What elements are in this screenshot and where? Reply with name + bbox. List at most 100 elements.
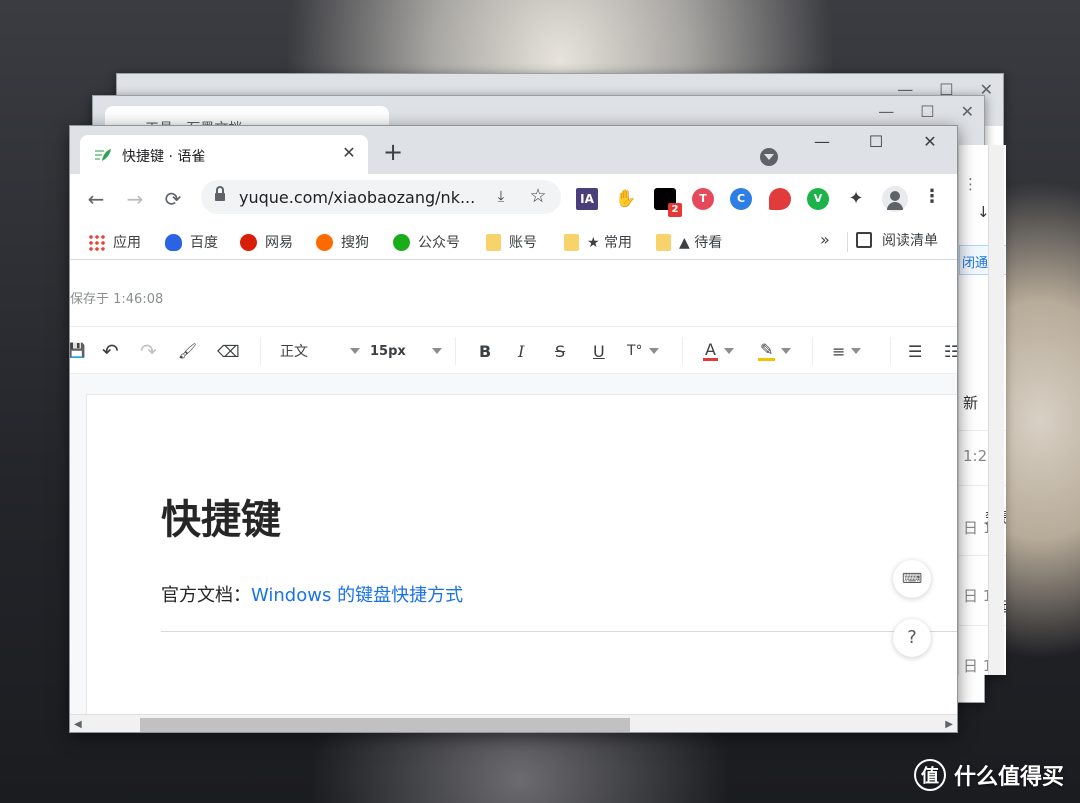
bookmarks-bar: 应用 百度 网易 搜狗 公众号 账号 ★ 常用 ▲ 待看 » 阅读清单	[70, 224, 957, 260]
format-painter-icon[interactable]: 🖌	[178, 339, 197, 363]
url-text[interactable]: yuque.com/xiaobaozang/nk...	[239, 188, 475, 207]
editor-toolbar: 💾 ↶ ↷ 🖌 ⌫ 正文 15px B I S U T° A ✎ ≡ ☰ ☷	[70, 326, 957, 374]
extension-red-icon[interactable]	[769, 188, 791, 210]
help-button[interactable]: ?	[893, 619, 931, 657]
scroll-right-icon[interactable]: ▶	[945, 719, 953, 730]
tab-strip: 快捷键 · 语雀 ✕ + — ☐ ✕	[70, 126, 957, 174]
extensions-puzzle-icon[interactable]: ✦	[845, 188, 867, 210]
toolbar-divider	[890, 337, 891, 365]
font-size-select[interactable]: 15px	[370, 339, 442, 363]
paragraph-style-value: 正文	[280, 344, 308, 360]
bookmarks-divider	[847, 232, 848, 252]
extension-c-icon[interactable]: C	[730, 188, 752, 210]
bookmark-star-icon[interactable]: ☆	[527, 185, 549, 207]
close-icon[interactable]: ✕	[961, 102, 974, 121]
reload-button[interactable]: ⟳	[160, 186, 186, 212]
netease-icon	[240, 233, 257, 251]
minimize-button[interactable]: —	[799, 132, 845, 156]
browser-menu-icon[interactable]: ⋮	[922, 186, 942, 212]
apps-grid-icon	[88, 233, 105, 251]
extension-t-icon[interactable]: T	[692, 188, 714, 210]
extension-ia-icon[interactable]: IA	[576, 188, 598, 210]
save-icon[interactable]: 💾	[70, 339, 85, 363]
address-bar[interactable]: yuque.com/xiaobaozang/nk... ⤓ ☆	[201, 180, 561, 214]
reading-list-button[interactable]: 阅读清单	[856, 230, 938, 250]
tab-search-icon[interactable]	[760, 148, 778, 166]
align-left-icon: ≡	[832, 341, 846, 361]
document-paragraph[interactable]: 官方文档：Windows 的键盘快捷方式	[161, 581, 463, 607]
bookmark-folder-watch-later[interactable]: ▲ 待看	[656, 230, 722, 254]
profile-avatar-icon[interactable]	[882, 186, 908, 212]
horizontal-scrollbar[interactable]: ◀ ▶	[70, 714, 957, 732]
save-status: 保存于 1:46:08	[70, 292, 164, 307]
font-size-value: 15px	[370, 343, 406, 359]
install-app-icon[interactable]: ⤓	[491, 187, 511, 207]
background-list-item: 新	[963, 394, 979, 412]
highlight-icon: ✎	[758, 339, 776, 361]
scrollbar-thumb[interactable]	[140, 718, 630, 732]
chevron-down-icon	[781, 348, 792, 354]
bookmark-sogou[interactable]: 搜狗	[316, 230, 369, 254]
background-scrollbar[interactable]	[988, 145, 1004, 675]
close-window-button[interactable]: ✕	[907, 132, 953, 156]
redo-icon[interactable]: ↷	[140, 339, 157, 363]
highlight-color-select[interactable]: ✎	[758, 339, 792, 363]
italic-button[interactable]: I	[518, 339, 524, 363]
windows-shortcuts-link[interactable]: Windows 的键盘快捷方式	[251, 585, 463, 606]
watermark: 值 什么值得买	[913, 759, 1064, 791]
bookmark-folder-accounts[interactable]: 账号	[486, 230, 537, 254]
yuque-icon	[95, 149, 111, 161]
font-color-select[interactable]: A	[703, 339, 734, 363]
background-window-2-controls[interactable]: — ☐ ✕	[878, 102, 974, 121]
lock-icon[interactable]	[215, 186, 225, 203]
vertical-dots-icon: ⋮	[963, 175, 978, 193]
horizontal-rule	[161, 631, 957, 632]
watermark-text: 什么值得买	[953, 765, 1064, 790]
document-page[interactable]: 快捷键 官方文档：Windows 的键盘快捷方式 ⌨ ?	[86, 394, 957, 714]
extension-hand-icon[interactable]: ✋	[615, 188, 637, 210]
new-tab-button[interactable]: +	[380, 140, 406, 166]
font-color-icon: A	[703, 339, 718, 361]
extension-badge-icon[interactable]: 2	[654, 188, 682, 217]
extension-v-icon[interactable]: V	[807, 188, 829, 210]
bookmark-netease[interactable]: 网易	[240, 230, 293, 254]
bookmarks-overflow-icon[interactable]: »	[820, 230, 830, 249]
bookmark-label: 百度	[190, 235, 218, 251]
maximize-icon[interactable]: ☐	[920, 102, 934, 121]
bookmark-baidu[interactable]: 百度	[165, 230, 218, 254]
scroll-left-icon[interactable]: ◀	[74, 719, 82, 730]
chevron-down-icon	[851, 348, 862, 354]
reading-list-label: 阅读清单	[882, 233, 938, 249]
minimize-icon[interactable]: —	[878, 102, 894, 121]
smzdm-logo-icon: 值	[913, 759, 946, 791]
bold-button[interactable]: B	[479, 339, 491, 363]
sogou-icon	[316, 233, 333, 251]
bookmark-folder-common[interactable]: ★ 常用	[564, 230, 632, 254]
browser-window[interactable]: 快捷键 · 语雀 ✕ + — ☐ ✕ ← → ⟳ yuque.com/xiaob…	[69, 125, 958, 733]
text-effects-select[interactable]: T°	[627, 339, 659, 363]
baidu-icon	[165, 233, 182, 251]
bullet-list-icon[interactable]: ☰	[908, 339, 922, 363]
align-select[interactable]: ≡	[832, 339, 862, 363]
bookmark-label: ▲ 待看	[679, 235, 723, 251]
tab-yuque-shortcuts[interactable]: 快捷键 · 语雀 ✕	[80, 135, 368, 174]
folder-icon	[656, 233, 671, 251]
back-button[interactable]: ←	[83, 186, 109, 212]
superscript-icon: T°	[627, 343, 643, 359]
forward-button[interactable]: →	[122, 186, 148, 212]
tab-close-icon[interactable]: ✕	[338, 142, 360, 164]
bookmark-label: 账号	[509, 235, 537, 251]
paragraph-style-select[interactable]: 正文	[280, 339, 360, 363]
maximize-button[interactable]: ☐	[853, 132, 899, 156]
bookmark-label: 搜狗	[341, 235, 369, 251]
undo-icon[interactable]: ↶	[102, 339, 119, 363]
bookmark-apps[interactable]: 应用	[88, 230, 141, 254]
keyboard-shortcuts-button[interactable]: ⌨	[893, 560, 931, 598]
bookmark-label: 公众号	[418, 235, 460, 251]
document-title[interactable]: 快捷键	[161, 487, 281, 545]
strikethrough-button[interactable]: S	[555, 339, 565, 363]
underline-button[interactable]: U	[593, 339, 605, 363]
eraser-icon[interactable]: ⌫	[217, 339, 240, 363]
bookmark-wechat[interactable]: 公众号	[393, 230, 460, 254]
ordered-list-icon[interactable]: ☷	[944, 339, 957, 363]
